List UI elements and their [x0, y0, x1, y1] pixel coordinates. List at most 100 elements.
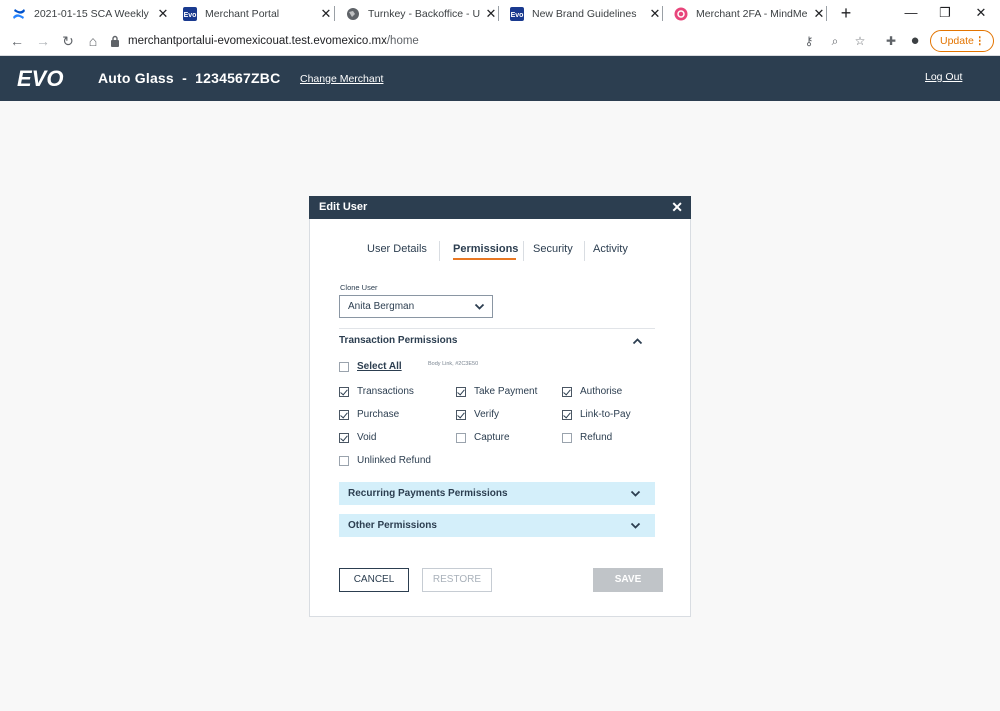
- tab-separator: [826, 6, 827, 21]
- perm-take-payment[interactable]: Take Payment: [456, 386, 537, 397]
- active-tab-indicator: [453, 258, 516, 260]
- perm-authorise[interactable]: Authorise: [562, 386, 622, 397]
- checkbox-box[interactable]: [562, 386, 572, 397]
- close-window-icon[interactable]: ✕: [966, 0, 996, 27]
- url-path: /home: [386, 35, 419, 47]
- evo-icon: Evo: [183, 6, 197, 21]
- perm-link-to-pay[interactable]: Link-to-Pay: [562, 409, 631, 420]
- checkbox-box[interactable]: [562, 432, 572, 443]
- close-tab-icon[interactable]: ✕: [319, 6, 333, 22]
- browser-tab-mindmeister[interactable]: Merchant 2FA - MindMeist ✕: [662, 0, 826, 27]
- clone-user-label: Clone User: [340, 283, 378, 292]
- tab-user-details[interactable]: User Details: [367, 243, 427, 255]
- forward-icon[interactable]: →: [33, 31, 53, 51]
- logo-text: EVO: [17, 66, 63, 90]
- browser-tab-sca-weekly[interactable]: 2021-01-15 SCA Weekly Me ✕: [0, 0, 170, 27]
- checkbox-box[interactable]: [339, 455, 349, 466]
- tab-label: Turnkey - Backoffice - Ui: [368, 7, 480, 20]
- close-tab-icon[interactable]: ✕: [484, 6, 498, 22]
- perm-label: Refund: [580, 432, 613, 443]
- checkbox-box[interactable]: [339, 361, 349, 372]
- address-bar: ← → ↻ ⌂ merchantportalui-evomexicouat.te…: [0, 27, 1000, 56]
- restore-button[interactable]: RESTORE: [422, 568, 492, 592]
- recurring-payments-accordion[interactable]: Recurring Payments Permissions: [339, 482, 655, 505]
- section-divider: [339, 328, 655, 329]
- zoom-icon[interactable]: ⌕: [826, 31, 844, 51]
- minimize-icon[interactable]: —: [896, 0, 926, 27]
- close-icon[interactable]: ✕: [671, 199, 683, 215]
- checkbox-box[interactable]: [562, 409, 572, 420]
- perm-label: Purchase: [357, 409, 400, 420]
- checkbox-box[interactable]: [339, 409, 349, 420]
- tab-security[interactable]: Security: [533, 243, 573, 255]
- browser-tab-merchant-portal[interactable]: Evo Merchant Portal ✕: [171, 0, 333, 27]
- url-field[interactable]: merchantportalui-evomexicouat.test.evome…: [110, 30, 870, 52]
- browser-tab-brand-guidelines[interactable]: Evo New Brand Guidelines ✕: [498, 0, 662, 27]
- perm-label: Take Payment: [474, 386, 538, 397]
- cancel-button[interactable]: CANCEL: [339, 568, 409, 592]
- tab-label: Merchant Portal: [205, 7, 280, 20]
- select-all-checkbox[interactable]: Select All: [339, 361, 402, 372]
- perm-label: Authorise: [580, 386, 623, 397]
- checkbox-box[interactable]: [456, 432, 466, 443]
- key-icon[interactable]: ⚷: [800, 31, 818, 51]
- perm-label: Capture: [474, 432, 510, 443]
- transaction-permissions-title[interactable]: Transaction Permissions: [339, 335, 457, 346]
- mindmeister-icon: [674, 7, 688, 21]
- accordion-title: Other Permissions: [348, 520, 437, 531]
- reload-icon[interactable]: ↻: [58, 31, 78, 51]
- tab-label: New Brand Guidelines: [532, 7, 637, 20]
- new-tab-icon[interactable]: +: [836, 3, 856, 23]
- change-merchant-link[interactable]: Change Merchant: [300, 73, 383, 85]
- tab-divider: [523, 241, 524, 261]
- other-permissions-accordion[interactable]: Other Permissions: [339, 514, 655, 537]
- bookmark-star-icon[interactable]: ☆: [851, 31, 869, 51]
- update-button[interactable]: Update ⋮: [930, 30, 994, 52]
- extensions-icon[interactable]: ✚: [882, 31, 900, 51]
- profile-avatar-icon[interactable]: ●: [906, 31, 924, 51]
- perm-unlinked-refund[interactable]: Unlinked Refund: [339, 455, 431, 466]
- svg-text:Evo: Evo: [184, 12, 197, 19]
- home-icon[interactable]: ⌂: [83, 31, 103, 51]
- save-button[interactable]: SAVE: [593, 568, 663, 592]
- perm-capture[interactable]: Capture: [456, 432, 510, 443]
- perm-label: Verify: [474, 409, 500, 420]
- close-tab-icon[interactable]: ✕: [812, 6, 826, 22]
- browser-tab-turnkey[interactable]: Turnkey - Backoffice - Ui ✕: [334, 0, 498, 27]
- merchant-name: Auto Glass - 1234567ZBC: [98, 70, 281, 86]
- browser-tab-strip: 2021-01-15 SCA Weekly Me ✕ Evo Merchant …: [0, 0, 1000, 27]
- tab-activity[interactable]: Activity: [593, 243, 628, 255]
- lock-icon: [111, 35, 119, 47]
- app-header: EVO Auto Glass - 1234567ZBC Change Merch…: [0, 56, 1000, 101]
- perm-void[interactable]: Void: [339, 432, 376, 443]
- accordion-title: Recurring Payments Permissions: [348, 488, 508, 499]
- chevron-up-icon[interactable]: [632, 336, 643, 347]
- perm-refund[interactable]: Refund: [562, 432, 612, 443]
- tab-permissions[interactable]: Permissions: [453, 243, 518, 255]
- close-tab-icon[interactable]: ✕: [648, 6, 662, 22]
- perm-transactions[interactable]: Transactions: [339, 386, 414, 397]
- menu-dots-icon: ⋮: [974, 35, 986, 47]
- checkbox-box[interactable]: [456, 386, 466, 397]
- update-label: Update: [940, 35, 974, 47]
- close-tab-icon[interactable]: ✕: [156, 6, 170, 22]
- back-icon[interactable]: ←: [7, 31, 27, 51]
- checkbox-box[interactable]: [456, 409, 466, 420]
- clone-user-select[interactable]: Anita Bergman: [339, 295, 493, 318]
- checkbox-box[interactable]: [339, 432, 349, 443]
- tab-divider: [439, 241, 440, 261]
- tab-label: 2021-01-15 SCA Weekly Me: [34, 7, 152, 20]
- perm-purchase[interactable]: Purchase: [339, 409, 399, 420]
- perm-label: Void: [357, 432, 377, 443]
- select-all-label[interactable]: Select All: [357, 361, 402, 372]
- checkbox-box[interactable]: [339, 386, 349, 397]
- evo-icon: Evo: [510, 6, 524, 21]
- perm-verify[interactable]: Verify: [456, 409, 499, 420]
- logout-link[interactable]: Log Out: [925, 71, 962, 83]
- clone-user-value: Anita Bergman: [348, 301, 415, 312]
- restore-window-icon[interactable]: ❐: [930, 0, 960, 27]
- chevron-down-icon: [630, 490, 641, 497]
- perm-label: Link-to-Pay: [580, 409, 631, 420]
- perm-label: Unlinked Refund: [357, 455, 431, 466]
- chevron-down-icon: [474, 303, 485, 310]
